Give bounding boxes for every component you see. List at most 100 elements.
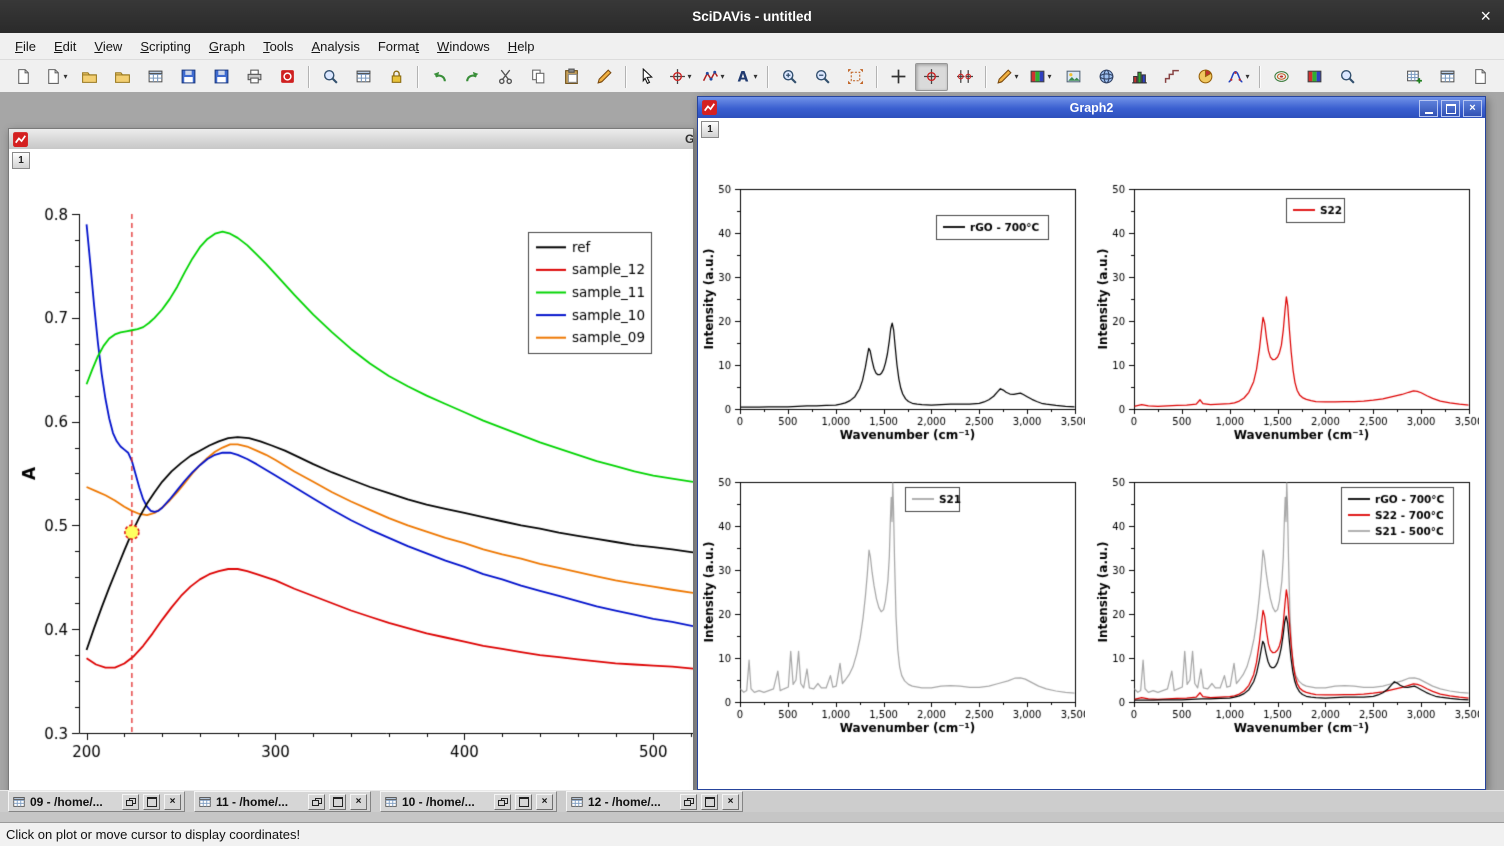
data-reader-button[interactable] (915, 63, 948, 91)
pointer-button[interactable] (631, 63, 664, 91)
graph1-titlebar[interactable]: Graph1 (9, 129, 693, 150)
menu-format[interactable]: Format (369, 35, 428, 58)
open-project-icon (81, 68, 98, 85)
cut-button[interactable] (489, 63, 522, 91)
tab-maximize-button[interactable] (143, 794, 160, 810)
draw-arrow-icon (996, 68, 1013, 85)
toolbar: ▾▾▾▾▾▾▾ (0, 60, 1504, 94)
new-note-button[interactable] (1464, 63, 1497, 91)
density-plot-button[interactable] (1298, 63, 1331, 91)
uvvis-plot-canvas[interactable] (9, 149, 693, 793)
plot-steps-button[interactable] (1156, 63, 1189, 91)
raman-rgo-plot-canvas[interactable] (700, 151, 1085, 451)
maximize-icon (519, 797, 529, 807)
new-matrix-icon (1439, 68, 1456, 85)
open-project-button[interactable] (73, 63, 106, 91)
maximize-icon (1446, 104, 1456, 114)
draw-arrow-button[interactable]: ▾ (991, 63, 1024, 91)
draw-lines-button[interactable]: ▾ (697, 63, 730, 91)
new-aspect-button[interactable]: ▾ (40, 63, 73, 91)
tab-close-button[interactable]: × (350, 794, 367, 810)
layer-button[interactable]: 1 (12, 152, 30, 169)
tab-restore-button[interactable] (494, 794, 511, 810)
menu-tools[interactable]: Tools (254, 35, 302, 58)
plot-pie-button[interactable] (1189, 63, 1222, 91)
taskbar-tab-4[interactable]: 12 - /home/...× (566, 791, 743, 812)
lock-toolbars-button[interactable] (380, 63, 413, 91)
raman-combined-plot-canvas[interactable] (1094, 444, 1479, 744)
graph1-window: Graph1 1 (8, 128, 694, 794)
raman-s22-plot-canvas[interactable] (1094, 151, 1479, 451)
save-project-button[interactable] (172, 63, 205, 91)
show-table-icon (355, 68, 372, 85)
screen-reader-button[interactable] (882, 63, 915, 91)
add-text-button[interactable]: ▾ (730, 63, 763, 91)
tab-maximize-button[interactable] (515, 794, 532, 810)
layer-button[interactable]: 1 (701, 121, 719, 138)
open-template-button[interactable] (106, 63, 139, 91)
rescale-to-show-all-button[interactable] (839, 63, 872, 91)
new-matrix-button[interactable] (1431, 63, 1464, 91)
menu-windows[interactable]: Windows (428, 35, 499, 58)
tab-close-button[interactable]: × (722, 794, 739, 810)
menu-view[interactable]: View (85, 35, 131, 58)
minimize-button[interactable] (1419, 100, 1438, 117)
tab-close-button[interactable]: × (164, 794, 181, 810)
data-reader-icon (923, 68, 940, 85)
menu-help[interactable]: Help (499, 35, 544, 58)
fit-wizard-button[interactable]: ▾ (1222, 63, 1255, 91)
new-project-button[interactable] (7, 63, 40, 91)
project-explorer-button[interactable] (314, 63, 347, 91)
plot-wizard-button[interactable] (1331, 63, 1364, 91)
save-template-button[interactable] (205, 63, 238, 91)
maximize-icon (333, 797, 343, 807)
zoom-in-button[interactable] (773, 63, 806, 91)
copy-button[interactable] (522, 63, 555, 91)
plot-bars-button[interactable] (1123, 63, 1156, 91)
zoom-in-icon (781, 68, 798, 85)
select-data-range-button[interactable] (948, 63, 981, 91)
toolbar-separator (876, 66, 878, 88)
toolbar-separator (985, 66, 987, 88)
maximize-button[interactable] (1441, 100, 1460, 117)
taskbar-tab-2[interactable]: 11 - /home/...× (194, 791, 371, 812)
tab-close-button[interactable]: × (536, 794, 553, 810)
close-button[interactable]: × (1463, 100, 1482, 117)
new-table-button[interactable] (1398, 63, 1431, 91)
redo-button[interactable] (456, 63, 489, 91)
contour-plot-button[interactable] (1265, 63, 1298, 91)
paste-button[interactable] (555, 63, 588, 91)
taskbar-tab-1[interactable]: 09 - /home/... × (8, 791, 185, 812)
menu-scripting[interactable]: Scripting (131, 35, 200, 58)
color-map-button[interactable]: ▾ (1024, 63, 1057, 91)
tab-restore-button[interactable] (680, 794, 697, 810)
print-button[interactable] (238, 63, 271, 91)
export-pdf-icon (279, 68, 296, 85)
tab-restore-button[interactable] (308, 794, 325, 810)
export-pdf-button[interactable] (271, 63, 304, 91)
app-close-button[interactable]: × (1480, 0, 1491, 33)
tab-maximize-button[interactable] (701, 794, 718, 810)
graph2-titlebar[interactable]: Graph2 × (698, 97, 1485, 118)
pick-data-button[interactable]: ▾ (664, 63, 697, 91)
taskbar-tab-3[interactable]: 10 - /home/...× (380, 791, 557, 812)
chevron-down-icon: ▾ (1014, 72, 1018, 81)
zoom-out-button[interactable] (806, 63, 839, 91)
menu-analysis[interactable]: Analysis (302, 35, 368, 58)
open-script-button[interactable] (588, 63, 621, 91)
scidavis-main-window: SciDAVis - untitled × FileEditViewScript… (0, 0, 1504, 846)
tab-label: 09 - /home/... (30, 795, 118, 809)
menu-graph[interactable]: Graph (200, 35, 254, 58)
undo-button[interactable] (423, 63, 456, 91)
tab-maximize-button[interactable] (329, 794, 346, 810)
redo-icon (464, 68, 481, 85)
app-titlebar[interactable]: SciDAVis - untitled × (0, 0, 1504, 33)
raman-s21-plot-canvas[interactable] (700, 444, 1085, 744)
tab-restore-button[interactable] (122, 794, 139, 810)
plot-3d-button[interactable] (1090, 63, 1123, 91)
menu-file[interactable]: File (6, 35, 45, 58)
menu-edit[interactable]: Edit (45, 35, 85, 58)
import-ascii-button[interactable] (139, 63, 172, 91)
show-table-button[interactable] (347, 63, 380, 91)
add-image-button[interactable] (1057, 63, 1090, 91)
